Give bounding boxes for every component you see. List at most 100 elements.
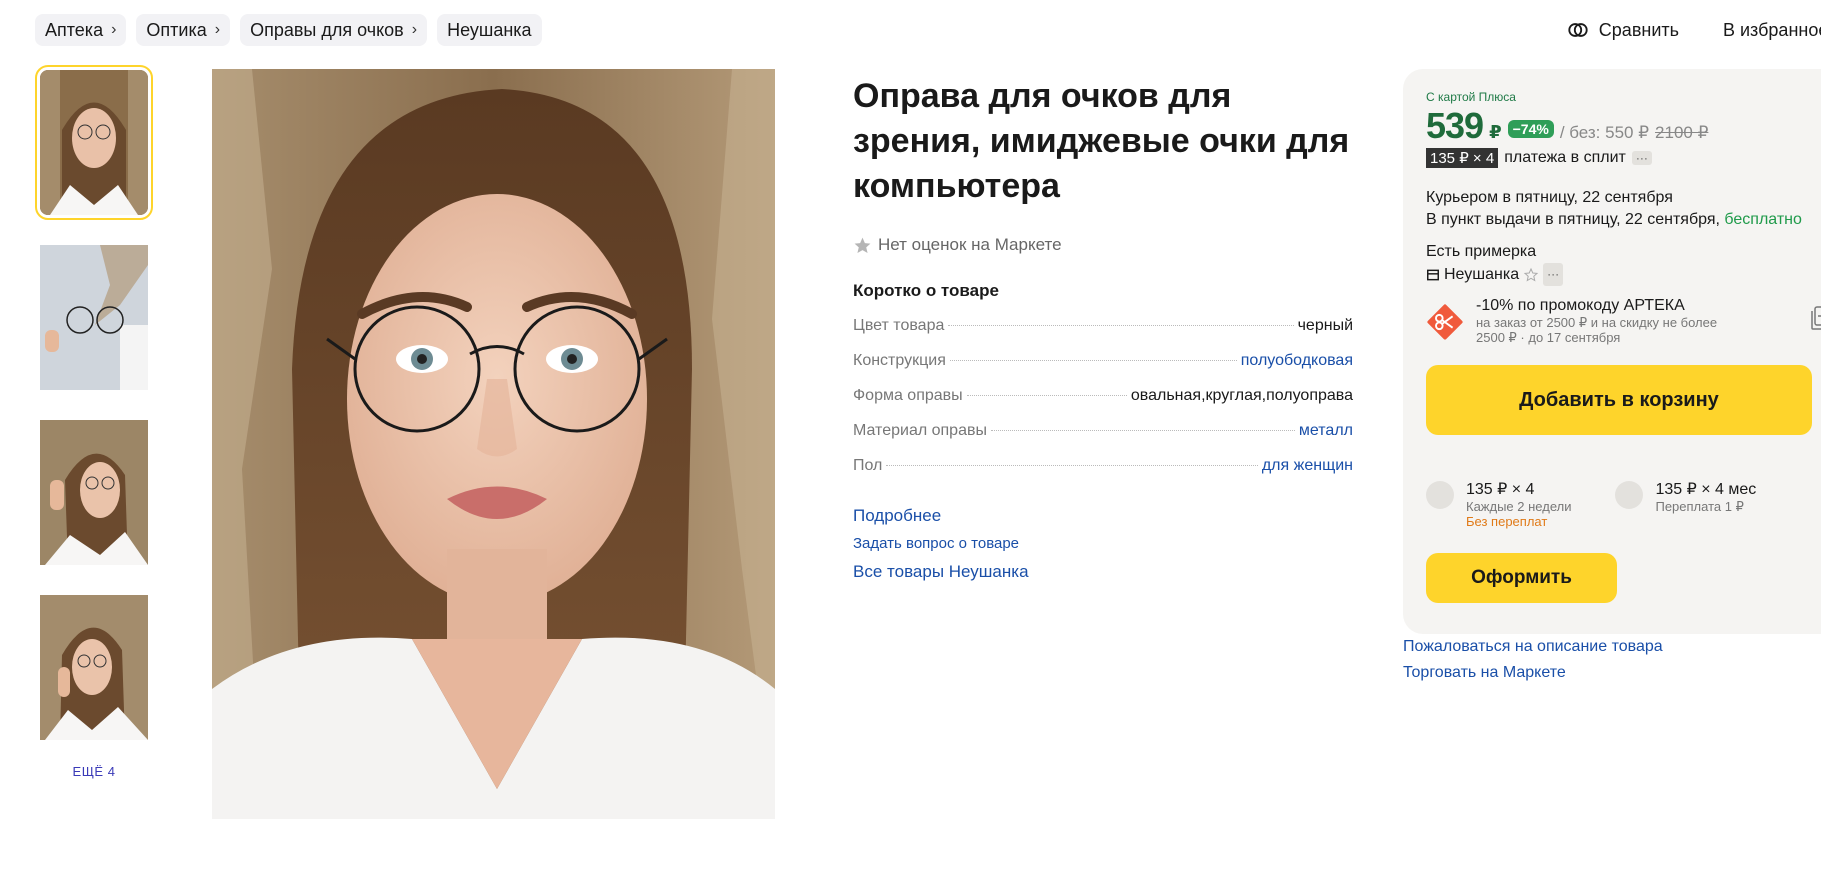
- compare-label: Сравнить: [1598, 19, 1679, 40]
- thumbnail-gallery: ЕЩЁ 4: [35, 65, 153, 779]
- thumbnail-image: [40, 70, 148, 215]
- split-text: платежа в сплит: [1504, 149, 1626, 166]
- plan-text: 135 ₽ × 4 Каждые 2 недели Без переплат: [1466, 479, 1571, 529]
- breadcrumb-item-frames[interactable]: Оправы для очков ›: [240, 14, 428, 46]
- discount-badge: −74%: [1507, 120, 1554, 138]
- plan-radio[interactable]: [1426, 481, 1454, 509]
- delivery-free: бесплатно: [1724, 211, 1802, 228]
- thumbnail-image: [40, 595, 148, 740]
- shop-icon: [1427, 269, 1439, 280]
- chevron-right-icon: ›: [214, 21, 221, 38]
- breadcrumb-item-optics[interactable]: Оптика ›: [136, 14, 231, 46]
- star-icon: [854, 237, 871, 253]
- breadcrumb-label: Аптека: [45, 19, 104, 40]
- favorites-button[interactable]: В избранное: [1713, 19, 1821, 41]
- main-product-photo[interactable]: [212, 69, 775, 819]
- spec-key: Форма оправы: [853, 387, 963, 404]
- breadcrumb-label: Оптика: [146, 19, 207, 40]
- top-actions: Сравнить В избранное: [1567, 14, 1821, 46]
- plan-note: Без переплат: [1466, 514, 1548, 529]
- complain-link[interactable]: Пожаловаться на описание товара: [1403, 634, 1663, 660]
- more-details-link[interactable]: Подробнее: [853, 506, 1353, 526]
- delivery-info: Курьером в пятницу, 22 сентября В пункт …: [1426, 187, 1802, 231]
- favorites-label: В избранное: [1723, 19, 1821, 40]
- seller-name: Неушанка: [1444, 266, 1520, 283]
- thumbnail-3[interactable]: [40, 420, 148, 565]
- plan-amount: 135 ₽ × 4: [1466, 481, 1535, 498]
- promo-title: -10% по промокоду АРТЕКА: [1476, 297, 1685, 314]
- spec-row-shape: Форма оправы овальная,круглая,полуоправа: [853, 387, 1353, 422]
- old-price: 2100 ₽: [1655, 123, 1709, 142]
- scissors-icon: [1427, 304, 1463, 340]
- plan-radio[interactable]: [1615, 481, 1644, 509]
- chevron-right-icon: ›: [411, 21, 418, 38]
- card-footer-links: Пожаловаться на описание товара Торговат…: [1403, 634, 1663, 686]
- spec-value-link[interactable]: для женщин: [1262, 457, 1353, 475]
- copy-icon[interactable]: [1810, 305, 1821, 331]
- thumbnail-image: [40, 245, 148, 390]
- thumbnail-2[interactable]: [40, 245, 148, 390]
- breadcrumb-item-brand[interactable]: Неушанка: [437, 14, 542, 46]
- spec-dots: [949, 360, 1237, 361]
- sell-on-market-link[interactable]: Торговать на Маркете: [1403, 660, 1663, 686]
- product-image: [212, 69, 775, 819]
- delivery-pickup-row: В пункт выдачи в пятницу, 22 сентября, б…: [1426, 209, 1802, 231]
- fitting-text: Есть примерка: [1426, 243, 1537, 260]
- chevron-right-icon: ›: [111, 21, 117, 38]
- spec-value-link[interactable]: полуободковая: [1241, 352, 1353, 370]
- seller-row[interactable]: Неушанка ···: [1426, 263, 1564, 286]
- payment-plans: 135 ₽ × 4 Каждые 2 недели Без переплат 1…: [1426, 479, 1820, 529]
- price: 539: [1426, 105, 1484, 146]
- more-photos-link[interactable]: ЕЩЁ 4: [35, 764, 153, 779]
- compare-button[interactable]: Сравнить: [1567, 19, 1679, 41]
- ask-question-link[interactable]: Задать вопрос о товаре: [853, 535, 1353, 552]
- add-to-cart-button[interactable]: Добавить в корзину: [1426, 365, 1812, 435]
- plus-card-label: С картой Плюса: [1426, 90, 1516, 104]
- breadcrumb: Аптека › Оптика › Оправы для очков › Неу…: [35, 14, 542, 46]
- plan-period: Каждые 2 недели: [1466, 499, 1572, 514]
- spec-row-gender: Пол для женщин: [853, 457, 1353, 492]
- compare-icon: [1568, 23, 1588, 37]
- spec-key: Цвет товара: [853, 317, 945, 334]
- rating[interactable]: Нет оценок на Маркете: [853, 235, 1353, 255]
- thumbnail-1[interactable]: [35, 65, 153, 220]
- spec-list: Цвет товара черный Конструкция полуободк…: [853, 317, 1353, 492]
- split-row: 135 ₽ × 4 платежа в сплит ···: [1426, 148, 1652, 168]
- promo-text: -10% по промокоду АРТЕКА на заказ от 250…: [1476, 297, 1746, 345]
- product-info: Оправа для очков для зрения, имиджевые о…: [853, 74, 1353, 582]
- spec-row-construction: Конструкция полуободковая: [853, 352, 1353, 387]
- spec-key: Материал оправы: [853, 422, 987, 439]
- plan-amount: 135 ₽ × 4 мес: [1655, 481, 1757, 498]
- spec-dots: [966, 395, 1127, 396]
- plan-period: Переплата 1 ₽: [1655, 499, 1744, 514]
- spec-value: черный: [1297, 317, 1353, 334]
- star-outline-icon[interactable]: [1523, 267, 1539, 283]
- checkout-button[interactable]: Оформить: [1426, 553, 1617, 603]
- breadcrumb-label: Неушанка: [447, 19, 532, 40]
- delivery-courier: Курьером в пятницу, 22 сентября: [1426, 189, 1673, 206]
- thumbnail-4[interactable]: [40, 595, 148, 740]
- spec-key: Конструкция: [853, 352, 946, 369]
- spec-dots: [886, 465, 1258, 466]
- base-price: / без: 550 ₽: [1559, 123, 1650, 142]
- seller-more-button[interactable]: ···: [1543, 263, 1564, 286]
- currency: ₽: [1489, 122, 1502, 142]
- spec-value: овальная,круглая,полуоправа: [1130, 387, 1353, 404]
- spec-row-material: Материал оправы металл: [853, 422, 1353, 457]
- promo-details: на заказ от 2500 ₽ и на скидку не более …: [1476, 315, 1718, 345]
- spec-key: Пол: [853, 457, 883, 474]
- plan-monthly[interactable]: 135 ₽ × 4 мес Переплата 1 ₽: [1615, 479, 1756, 529]
- spec-value-link[interactable]: металл: [1299, 422, 1353, 440]
- price-row: 539 ₽ −74% / без: 550 ₽ 2100 ₽: [1426, 105, 1708, 147]
- spec-row-color: Цвет товара черный: [853, 317, 1353, 352]
- plan-split[interactable]: 135 ₽ × 4 Каждые 2 недели Без переплат: [1426, 479, 1571, 529]
- split-badge: 135 ₽ × 4: [1426, 148, 1499, 168]
- promo-block: -10% по промокоду АРТЕКА на заказ от 250…: [1426, 297, 1821, 345]
- breadcrumb-item-pharmacy[interactable]: Аптека ›: [35, 14, 127, 46]
- all-seller-products-link[interactable]: Все товары Неушанка: [853, 562, 1353, 582]
- thumbnail-image: [40, 420, 148, 565]
- split-more-button[interactable]: ···: [1631, 151, 1652, 165]
- spec-dots: [948, 325, 1294, 326]
- spec-dots: [990, 430, 1295, 431]
- buy-card: С картой Плюса 539 ₽ −74% / без: 550 ₽ 2…: [1403, 69, 1821, 634]
